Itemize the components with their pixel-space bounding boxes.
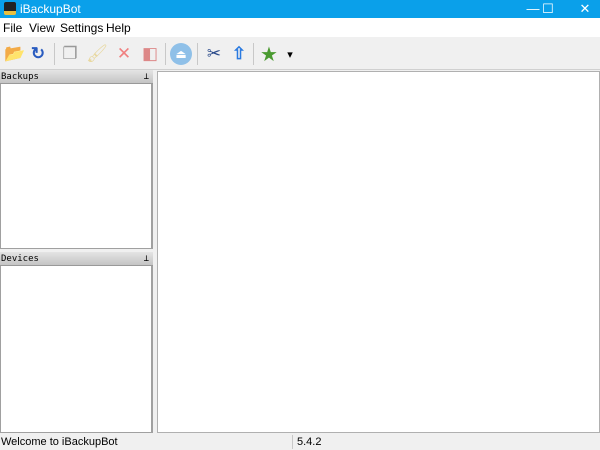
- favorite-star-icon[interactable]: ★: [258, 43, 280, 66]
- open-folder-icon[interactable]: 📂: [4, 43, 26, 65]
- backups-panel[interactable]: [0, 84, 153, 249]
- menu-file[interactable]: File: [3, 21, 22, 35]
- close-button[interactable]: ✕: [570, 0, 600, 18]
- status-divider: [292, 435, 293, 449]
- eject-icon[interactable]: ⏏: [170, 43, 192, 65]
- delete-icon[interactable]: ✕: [113, 43, 135, 65]
- refresh-icon[interactable]: ↻: [27, 43, 49, 65]
- menu-settings[interactable]: Settings: [60, 21, 103, 35]
- devices-panel-title: Devices: [1, 254, 39, 264]
- separator: [253, 43, 254, 65]
- clean-brush-icon[interactable]: 🖌: [86, 43, 108, 65]
- toolbar: 📂 ↻ ❐ 🖌 ✕ ◧ ⏏ ✂ ⇧ ★ ▾: [0, 37, 600, 70]
- separator: [54, 43, 55, 65]
- menu-view[interactable]: View: [29, 21, 55, 35]
- separator: [165, 43, 166, 65]
- status-message: Welcome to iBackupBot: [1, 436, 118, 448]
- upload-icon[interactable]: ⇧: [228, 43, 250, 65]
- copy-icon[interactable]: ❐: [59, 43, 81, 65]
- version-label: 5.4.2: [297, 436, 322, 448]
- main-content-area[interactable]: [157, 71, 600, 433]
- pin-icon[interactable]: ⊥: [144, 252, 149, 266]
- backups-panel-title: Backups: [1, 72, 39, 82]
- devices-panel[interactable]: [0, 266, 153, 433]
- devices-panel-header: Devices ⊥: [0, 252, 153, 266]
- title-bar: iBackupBot — ☐ ✕: [0, 0, 600, 18]
- separator: [197, 43, 198, 65]
- tools-icon[interactable]: ✂: [203, 43, 225, 65]
- backups-panel-header: Backups ⊥: [0, 70, 153, 84]
- menu-bar: File View Settings Help: [0, 18, 600, 37]
- app-logo-icon: [4, 2, 16, 15]
- maximize-button[interactable]: ☐: [533, 0, 563, 18]
- menu-help[interactable]: Help: [106, 21, 131, 35]
- dropdown-arrow-icon[interactable]: ▾: [284, 43, 296, 65]
- restore-icon[interactable]: ◧: [139, 43, 161, 65]
- pin-icon[interactable]: ⊥: [144, 70, 149, 84]
- window-title: iBackupBot: [20, 2, 81, 16]
- status-bar: Welcome to iBackupBot 5.4.2: [0, 434, 600, 450]
